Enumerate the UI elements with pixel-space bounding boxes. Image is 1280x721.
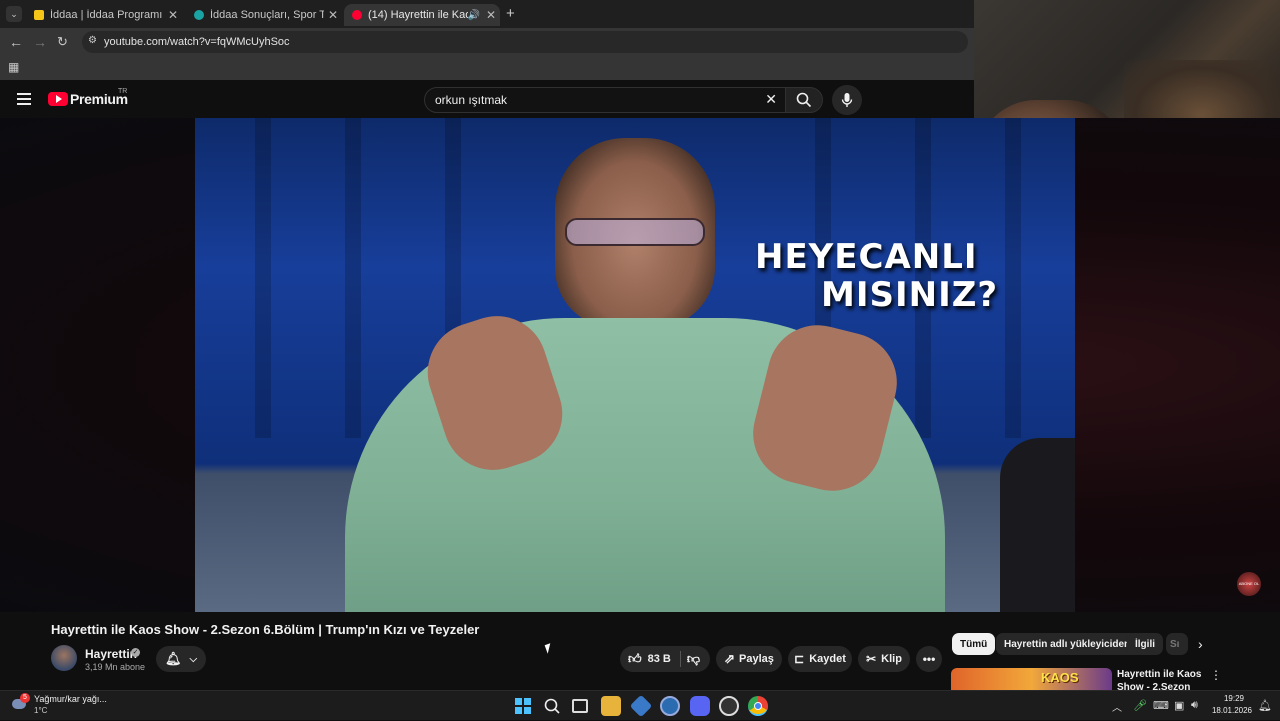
- caption-line-2: MISINIZ?: [821, 275, 999, 315]
- clear-search-icon[interactable]: ✕: [765, 91, 777, 108]
- share-button[interactable]: ⇗ Paylaş: [716, 646, 782, 672]
- more-actions-button[interactable]: •••: [916, 646, 942, 672]
- bookmark-icon: ⊏: [794, 652, 805, 666]
- youtube-header: Premium TR orkun ışıtmak ✕: [0, 80, 974, 118]
- share-arrow-icon: ⇗: [724, 651, 736, 666]
- recommended-thumbnail[interactable]: KAOS: [951, 668, 1112, 690]
- notification-bell-tray-icon[interactable]: 🔔︎: [1258, 699, 1272, 712]
- recommended-more-icon[interactable]: ⋮: [1210, 668, 1222, 682]
- close-tab-icon[interactable]: ✕: [324, 8, 342, 22]
- voice-search-button[interactable]: [832, 85, 862, 115]
- network-icon[interactable]: ▣: [1174, 699, 1184, 712]
- video-caption-overlay: HEYECANLI MISINIZ?: [755, 238, 1015, 314]
- microphone-tray-icon[interactable]: 🎤︎: [1133, 699, 1147, 712]
- region-code: TR: [118, 88, 128, 95]
- caption-line-1: HEYECANLI: [755, 237, 978, 277]
- new-tab-plus-icon[interactable]: +: [506, 5, 515, 22]
- weather-label[interactable]: Yağmur/kar yağı...: [34, 694, 107, 704]
- clock-date[interactable]: 18.01.2026: [1210, 706, 1254, 715]
- channel-name[interactable]: Hayrettin: [85, 647, 137, 661]
- bookmark-bar: ▦: [0, 56, 974, 80]
- bell-icon: 🔔︎: [164, 651, 182, 666]
- app-icon-diamond[interactable]: [629, 694, 653, 718]
- apps-grid-icon[interactable]: ▦: [8, 60, 19, 74]
- audio-playing-icon[interactable]: 🔊: [468, 10, 480, 21]
- tab-iddaa-sonuclari[interactable]: İddaa Sonuçları, Spor Toto Süpe ✕: [186, 4, 342, 26]
- tab-iddaa-program[interactable]: İddaa | İddaa Programı | Canlı İ ✕: [26, 4, 182, 26]
- volume-icon[interactable]: 🔊︎: [1191, 699, 1198, 712]
- taskbar-search-icon[interactable]: [542, 696, 562, 716]
- recommended-title[interactable]: Hayrettin ile Kaos Show - 2.Sezon: [1117, 668, 1207, 690]
- browser-toolbar: ← → ↻ ⚙ youtube.com/watch?v=fqWMcUyhSoc: [0, 28, 974, 56]
- keyboard-icon[interactable]: ⌨: [1153, 699, 1169, 712]
- scissors-icon: ✂: [866, 652, 877, 666]
- dislike-icon[interactable]: 👎︎: [687, 651, 700, 667]
- chrome-icon[interactable]: [748, 696, 768, 716]
- video-info-section: Hayrettin ile Kaos Show - 2.Sezon 6.Bölü…: [0, 612, 1280, 690]
- clock-time[interactable]: 19:29: [1214, 694, 1254, 703]
- windows-start-icon[interactable]: [513, 696, 533, 716]
- search-button[interactable]: [785, 87, 823, 113]
- channel-avatar[interactable]: [51, 645, 77, 671]
- save-button[interactable]: ⊏ Kaydet: [788, 646, 852, 672]
- reload-icon[interactable]: ↻: [57, 34, 68, 50]
- like-icon[interactable]: 👍︎: [628, 651, 642, 667]
- app-icon-steam[interactable]: [719, 696, 739, 716]
- sunglasses: [565, 218, 705, 246]
- weather-widget[interactable]: 5: [12, 693, 30, 713]
- notification-bell-button[interactable]: 🔔︎ ⌵: [156, 646, 206, 672]
- clip-button[interactable]: ✂ Klip: [858, 646, 910, 672]
- close-tab-icon[interactable]: ✕: [164, 8, 182, 22]
- weather-badge: 5: [20, 693, 30, 703]
- chip-from-uploader[interactable]: Hayrettin adlı yükleyiciden: [996, 633, 1139, 655]
- url-text: youtube.com/watch?v=fqWMcUyhSoc: [104, 36, 290, 48]
- browser-tab-bar: ⌄ İddaa | İddaa Programı | Canlı İ ✕ İdd…: [0, 0, 974, 28]
- video-player[interactable]: HEYECANLI MISINIZ?: [195, 118, 1075, 612]
- more-horizontal-icon: •••: [922, 652, 936, 666]
- menu-hamburger-icon[interactable]: [17, 93, 31, 105]
- search-icon: [796, 92, 812, 108]
- chip-more[interactable]: Sı: [1166, 633, 1188, 655]
- chip-related[interactable]: İlgili: [1127, 633, 1163, 655]
- guest-partial: [1000, 438, 1075, 612]
- channel-watermark[interactable]: ABONE OL: [1237, 572, 1261, 596]
- iddaa-favicon-icon: [34, 10, 44, 20]
- forward-arrow-icon[interactable]: →: [33, 34, 47, 50]
- back-arrow-icon[interactable]: ←: [9, 34, 23, 50]
- like-count[interactable]: 83 B: [648, 653, 671, 665]
- app-icon-circle[interactable]: [660, 696, 680, 716]
- video-title: Hayrettin ile Kaos Show - 2.Sezon 6.Bölü…: [51, 622, 480, 637]
- microphone-icon: [841, 93, 853, 107]
- search-input[interactable]: orkun ışıtmak ✕: [424, 87, 786, 113]
- sonuclar-favicon-icon: [194, 10, 204, 20]
- temperature: 1°C: [34, 706, 48, 715]
- chevron-down-icon: ⌵: [189, 653, 198, 665]
- url-bar[interactable]: ⚙ youtube.com/watch?v=fqWMcUyhSoc: [82, 31, 968, 53]
- windows-taskbar: 5 Yağmur/kar yağı... 1°C ︿ 🎤︎ ⌨ ▣ 🔊︎ 19:…: [0, 690, 1280, 720]
- tab-search-button[interactable]: ⌄: [6, 6, 22, 22]
- tray-chevron-up-icon[interactable]: ︿: [1112, 699, 1122, 714]
- subscriber-count: 3,19 Mn abone: [85, 662, 146, 672]
- verified-check-icon: ✓: [131, 648, 140, 657]
- youtube-logo-icon[interactable]: [48, 92, 68, 106]
- task-view-icon[interactable]: [572, 699, 588, 713]
- chip-all[interactable]: Tümü: [952, 633, 996, 655]
- like-dislike-group: 👍︎ 83 B 👎︎: [620, 646, 710, 672]
- file-explorer-icon[interactable]: [601, 696, 621, 716]
- tab-youtube-active[interactable]: (14) Hayrettin ile Kaos Show 🔊 ✕: [344, 4, 500, 26]
- chips-next-chevron-icon[interactable]: ›: [1198, 636, 1203, 652]
- site-info-icon[interactable]: ⚙: [88, 35, 97, 46]
- youtube-favicon-icon: [352, 10, 362, 20]
- close-tab-icon[interactable]: ✕: [482, 8, 500, 22]
- discord-icon[interactable]: [690, 696, 710, 716]
